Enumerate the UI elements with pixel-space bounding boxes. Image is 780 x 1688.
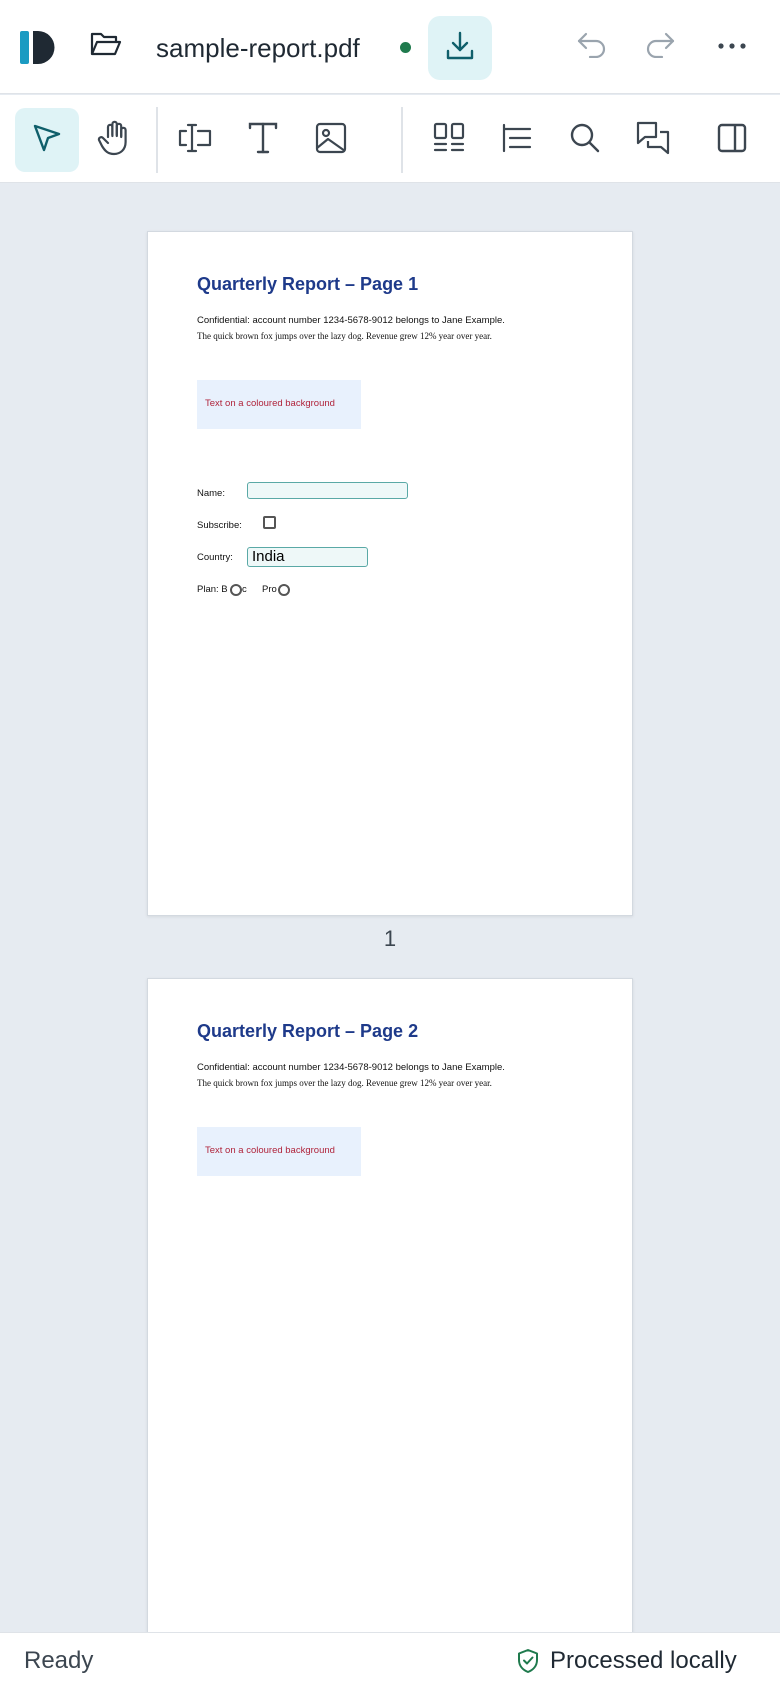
more-icon <box>717 37 747 55</box>
pdf-page-2[interactable]: Quarterly Report – Page 2 Confidential: … <box>147 978 633 1632</box>
undo-icon <box>576 30 608 63</box>
more-options-button[interactable] <box>710 24 754 68</box>
cursor-arrow-icon <box>30 121 64 160</box>
hand-icon <box>96 119 132 162</box>
plan-pro-radio[interactable] <box>278 584 290 596</box>
sidebar-panel-icon <box>716 122 748 159</box>
subscribe-checkbox[interactable] <box>263 516 276 529</box>
page-title: Quarterly Report – Page 1 <box>197 274 419 294</box>
shield-check-icon <box>516 1648 540 1674</box>
search-tool[interactable] <box>553 108 617 172</box>
undo-button[interactable] <box>570 24 614 68</box>
text-icon <box>247 121 279 160</box>
page-text-line: The quick brown fox jumps over the lazy … <box>197 1078 492 1088</box>
download-button[interactable] <box>428 16 492 80</box>
toolbar-divider <box>401 107 403 173</box>
document-canvas[interactable]: Quarterly Report – Page 1 Confidential: … <box>0 184 780 1632</box>
unsaved-indicator <box>400 42 411 53</box>
country-label: Country: <box>197 552 233 563</box>
open-file-button[interactable] <box>84 24 128 68</box>
page-title: Quarterly Report – Page 2 <box>197 1021 419 1041</box>
app-logo[interactable] <box>20 30 56 66</box>
page-text-line: Confidential: account number 1234-5678-9… <box>197 1062 505 1073</box>
coloured-text-box: Text on a coloured background <box>197 380 361 429</box>
sidebar-toggle[interactable] <box>700 108 764 172</box>
text-cursor-box-icon <box>176 121 214 160</box>
pan-tool[interactable] <box>82 108 146 172</box>
toolbar-divider <box>156 107 158 173</box>
coloured-text-box: Text on a coloured background <box>197 1127 361 1176</box>
plan-basic-suffix: c <box>242 584 247 595</box>
redo-icon <box>644 30 676 63</box>
app-header: sample-report.pdf <box>0 0 780 94</box>
download-icon <box>444 30 476 67</box>
plan-basic-radio[interactable] <box>230 584 242 596</box>
text-tool[interactable] <box>231 108 295 172</box>
plan-pro-label: Pro <box>262 584 277 595</box>
name-field[interactable] <box>247 482 408 499</box>
tool-bar <box>0 95 780 183</box>
image-tool[interactable] <box>299 108 363 172</box>
page-text-line: The quick brown fox jumps over the lazy … <box>197 331 492 341</box>
coloured-box-text: Text on a coloured background <box>205 398 335 409</box>
document-filename: sample-report.pdf <box>156 33 360 63</box>
outline-list-icon <box>500 121 534 160</box>
coloured-box-text: Text on a coloured background <box>205 1145 335 1156</box>
select-tool[interactable] <box>15 108 79 172</box>
plan-label: Plan: B <box>197 584 228 595</box>
comments-icon <box>635 120 671 161</box>
redo-button[interactable] <box>638 24 682 68</box>
folder-open-icon <box>90 30 122 63</box>
name-label: Name: <box>197 488 225 499</box>
status-text: Ready <box>24 1647 94 1674</box>
processed-locally-text: Processed locally <box>550 1647 737 1674</box>
outline-tool[interactable] <box>485 108 549 172</box>
page-text-line: Confidential: account number 1234-5678-9… <box>197 315 505 326</box>
search-icon <box>569 122 601 159</box>
text-field-tool[interactable] <box>163 108 227 172</box>
thumbnails-tool[interactable] <box>417 108 481 172</box>
status-bar: Ready Processed locally <box>0 1632 780 1688</box>
thumbnails-icon <box>432 121 466 160</box>
pdf-page-1[interactable]: Quarterly Report – Page 1 Confidential: … <box>147 231 633 916</box>
subscribe-label: Subscribe: <box>197 520 242 531</box>
image-icon <box>314 121 348 160</box>
page-number: 1 <box>383 926 397 951</box>
comments-tool[interactable] <box>621 108 685 172</box>
country-field[interactable]: India <box>247 547 368 567</box>
